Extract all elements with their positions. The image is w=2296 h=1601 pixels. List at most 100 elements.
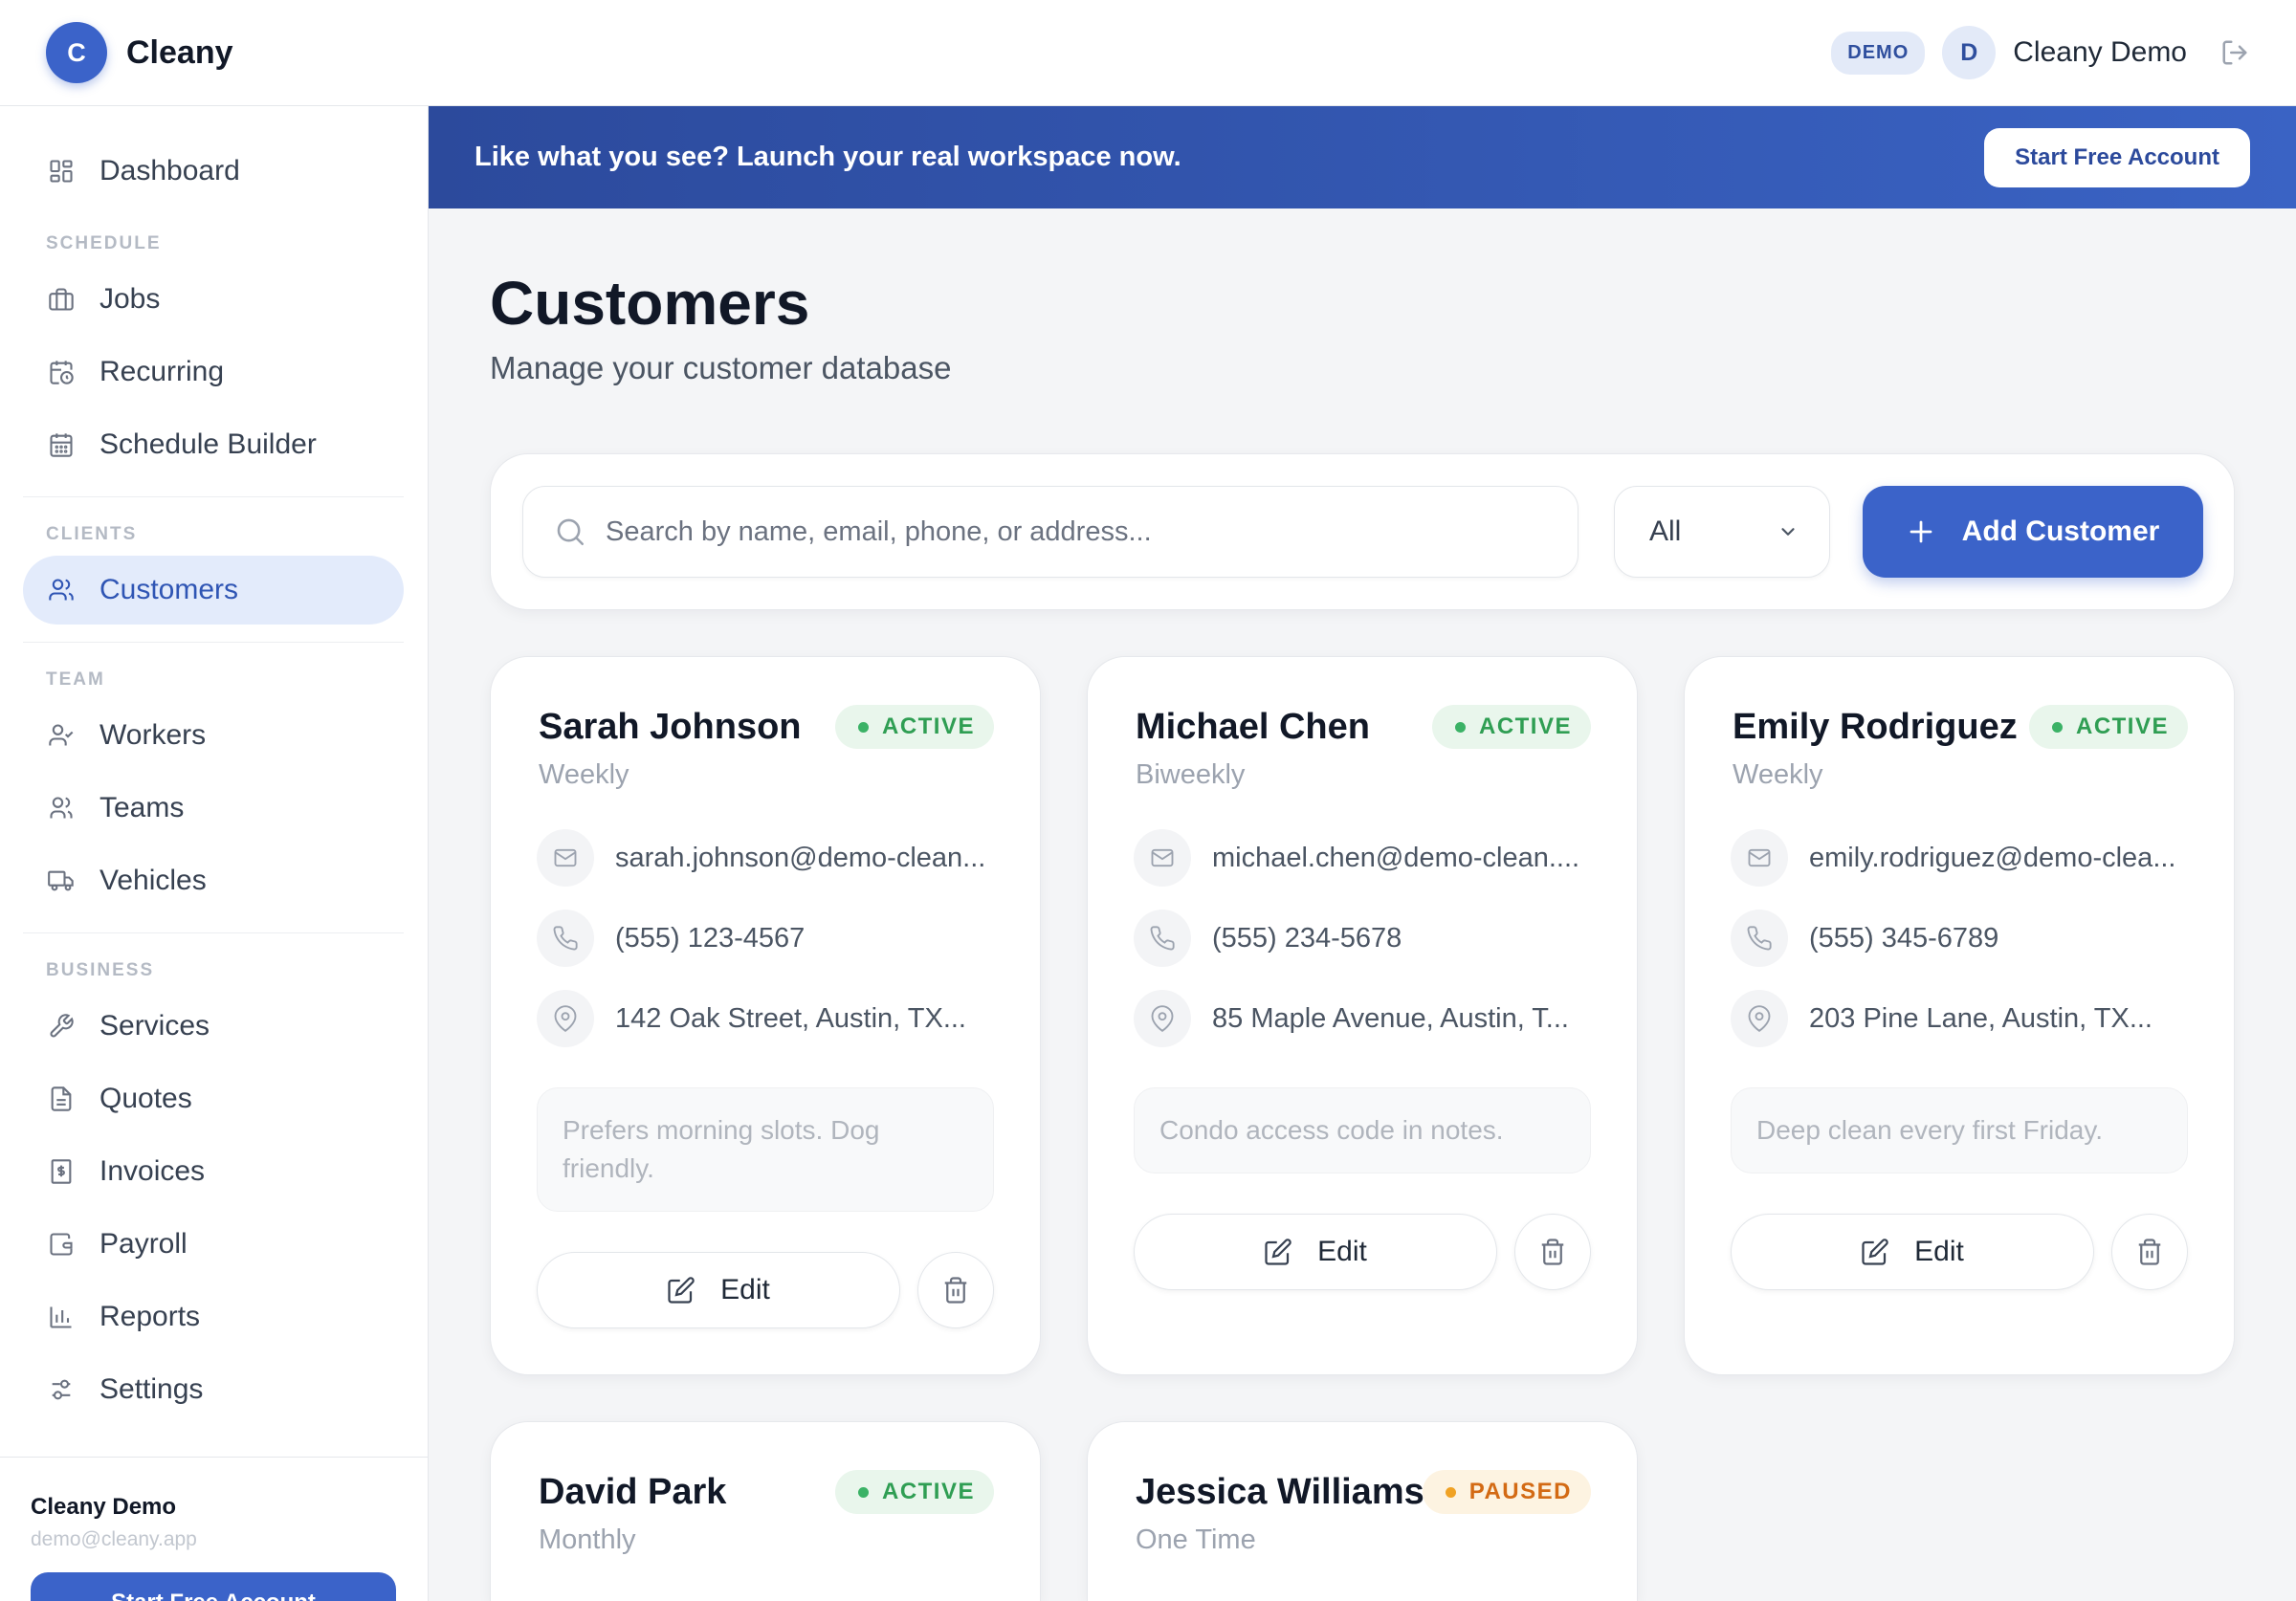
sidebar-item-schedule-builder[interactable]: Schedule Builder (23, 410, 404, 479)
sidebar-item-label: Invoices (99, 1155, 206, 1187)
sidebar-item-settings[interactable]: Settings (23, 1355, 404, 1424)
delete-button[interactable] (2111, 1214, 2188, 1290)
banner-text: Like what you see? Launch your real work… (475, 142, 1181, 172)
add-customer-button[interactable]: Add Customer (1863, 486, 2203, 578)
customer-name: Emily Rodriguez (1733, 707, 2018, 747)
customer-phone[interactable]: (555) 123-4567 (537, 910, 805, 967)
logout-icon[interactable] (2219, 37, 2250, 68)
sidebar-item-label: Reports (99, 1301, 201, 1332)
edit-button[interactable]: Edit (1731, 1214, 2094, 1290)
promo-banner: Like what you see? Launch your real work… (429, 106, 2296, 208)
start-free-account-button[interactable]: Start Free Account (31, 1572, 396, 1601)
sidebar-item-label: Schedule Builder (99, 428, 317, 460)
phone-icon (1731, 910, 1788, 967)
search-box[interactable] (522, 486, 1578, 578)
section-label-team: TEAM (46, 669, 105, 690)
avatar[interactable]: D (1942, 26, 1997, 79)
account-name: Cleany Demo (31, 1494, 177, 1520)
sidebar-item-invoices[interactable]: Invoices (23, 1137, 404, 1206)
customer-note: Deep clean every first Friday. (1731, 1087, 2188, 1173)
sidebar-item-quotes[interactable]: Quotes (23, 1064, 404, 1133)
user-check-icon (46, 720, 77, 751)
customer-frequency: Monthly (539, 1524, 636, 1555)
team-icon (46, 793, 77, 823)
divider (23, 932, 404, 933)
customer-email[interactable]: emily.rodriguez@demo-clea... (1731, 829, 2176, 887)
sidebar-item-payroll[interactable]: Payroll (23, 1210, 404, 1279)
calendar-clock-icon (46, 357, 77, 387)
banner-start-free-account-button[interactable]: Start Free Account (1984, 127, 2250, 187)
sidebar-item-customers[interactable]: Customers (23, 556, 404, 625)
sidebar-item-vehicles[interactable]: Vehicles (23, 846, 404, 915)
sidebar-item-reports[interactable]: Reports (23, 1283, 404, 1351)
customer-frequency: Biweekly (1136, 759, 1246, 790)
demo-badge: DEMO (1831, 31, 1926, 75)
sidebar-item-services[interactable]: Services (23, 992, 404, 1061)
search-icon (554, 515, 586, 548)
customer-address[interactable]: 142 Oak Street, Austin, TX... (537, 990, 966, 1047)
invoice-dollar-icon (46, 1156, 77, 1187)
trash-icon (941, 1276, 970, 1305)
sidebar-item-label: Services (99, 1010, 210, 1042)
section-label-business: BUSINESS (46, 960, 155, 980)
sidebar-item-label: Teams (99, 792, 185, 823)
status-filter-select[interactable]: All (1614, 486, 1830, 578)
customer-email[interactable]: sarah.johnson@demo-clean... (537, 829, 985, 887)
users-icon (46, 575, 77, 605)
edit-button[interactable]: Edit (537, 1252, 900, 1328)
edit-button[interactable]: Edit (1134, 1214, 1497, 1290)
status-badge: ACTIVE (1431, 705, 1591, 749)
sidebar-item-label: Customers (99, 574, 239, 605)
customer-email[interactable]: michael.chen@demo-clean.... (1134, 829, 1579, 887)
status-badge: ACTIVE (834, 705, 994, 749)
sidebar-item-teams[interactable]: Teams (23, 774, 404, 843)
sidebar-item-jobs[interactable]: Jobs (23, 265, 404, 334)
sidebar-item-workers[interactable]: Workers (23, 701, 404, 770)
customer-card: Jessica Williams One Time PAUSED (1087, 1421, 1638, 1601)
user-name[interactable]: Cleany Demo (2013, 36, 2187, 69)
sidebar-item-label: Recurring (99, 356, 225, 387)
briefcase-icon (46, 284, 77, 315)
sidebar-item-dashboard[interactable]: Dashboard (23, 137, 404, 206)
phone-icon (1134, 910, 1191, 967)
customer-frequency: Weekly (539, 759, 629, 790)
customer-card: Michael Chen Biweekly ACTIVE michael.che… (1087, 656, 1638, 1375)
top-bar: C Cleany DEMO D Cleany Demo (0, 0, 2296, 106)
account-email: demo@cleany.app (31, 1528, 197, 1550)
edit-icon (1861, 1238, 1889, 1266)
phone-icon (537, 910, 594, 967)
status-badge: PAUSED (1422, 1470, 1591, 1514)
customer-name: Sarah Johnson (539, 707, 802, 747)
mail-icon (537, 829, 594, 887)
customer-frequency: Weekly (1733, 759, 1823, 790)
divider (23, 496, 404, 497)
customer-phone[interactable]: (555) 345-6789 (1731, 910, 1998, 967)
sidebar-item-recurring[interactable]: Recurring (23, 338, 404, 406)
delete-button[interactable] (917, 1252, 994, 1328)
search-input[interactable] (606, 515, 1543, 548)
delete-button[interactable] (1514, 1214, 1591, 1290)
file-text-icon (46, 1084, 77, 1114)
sidebar-item-label: Dashboard (99, 155, 240, 186)
customer-address[interactable]: 203 Pine Lane, Austin, TX... (1731, 990, 2152, 1047)
customer-name: David Park (539, 1472, 727, 1512)
brand-name[interactable]: Cleany (126, 34, 233, 72)
map-pin-icon (1731, 990, 1788, 1047)
trash-icon (2135, 1238, 2164, 1266)
trash-icon (1538, 1238, 1567, 1266)
page-title: Customers (490, 269, 810, 338)
sidebar-item-label: Settings (99, 1373, 204, 1405)
status-badge: ACTIVE (834, 1470, 994, 1514)
customer-note: Condo access code in notes. (1134, 1087, 1591, 1173)
sidebar-footer: Cleany Demo demo@cleany.app Start Free A… (0, 1457, 429, 1601)
customer-card: David Park Monthly ACTIVE (490, 1421, 1041, 1601)
page-subtitle: Manage your customer database (490, 350, 952, 385)
customer-address[interactable]: 85 Maple Avenue, Austin, T... (1134, 990, 1569, 1047)
mail-icon (1731, 829, 1788, 887)
sidebar-item-label: Jobs (99, 283, 161, 315)
plus-icon (1907, 517, 1935, 546)
edit-icon (1264, 1238, 1292, 1266)
logo[interactable]: C (46, 22, 107, 83)
sidebar-item-label: Vehicles (99, 865, 207, 896)
customer-phone[interactable]: (555) 234-5678 (1134, 910, 1402, 967)
